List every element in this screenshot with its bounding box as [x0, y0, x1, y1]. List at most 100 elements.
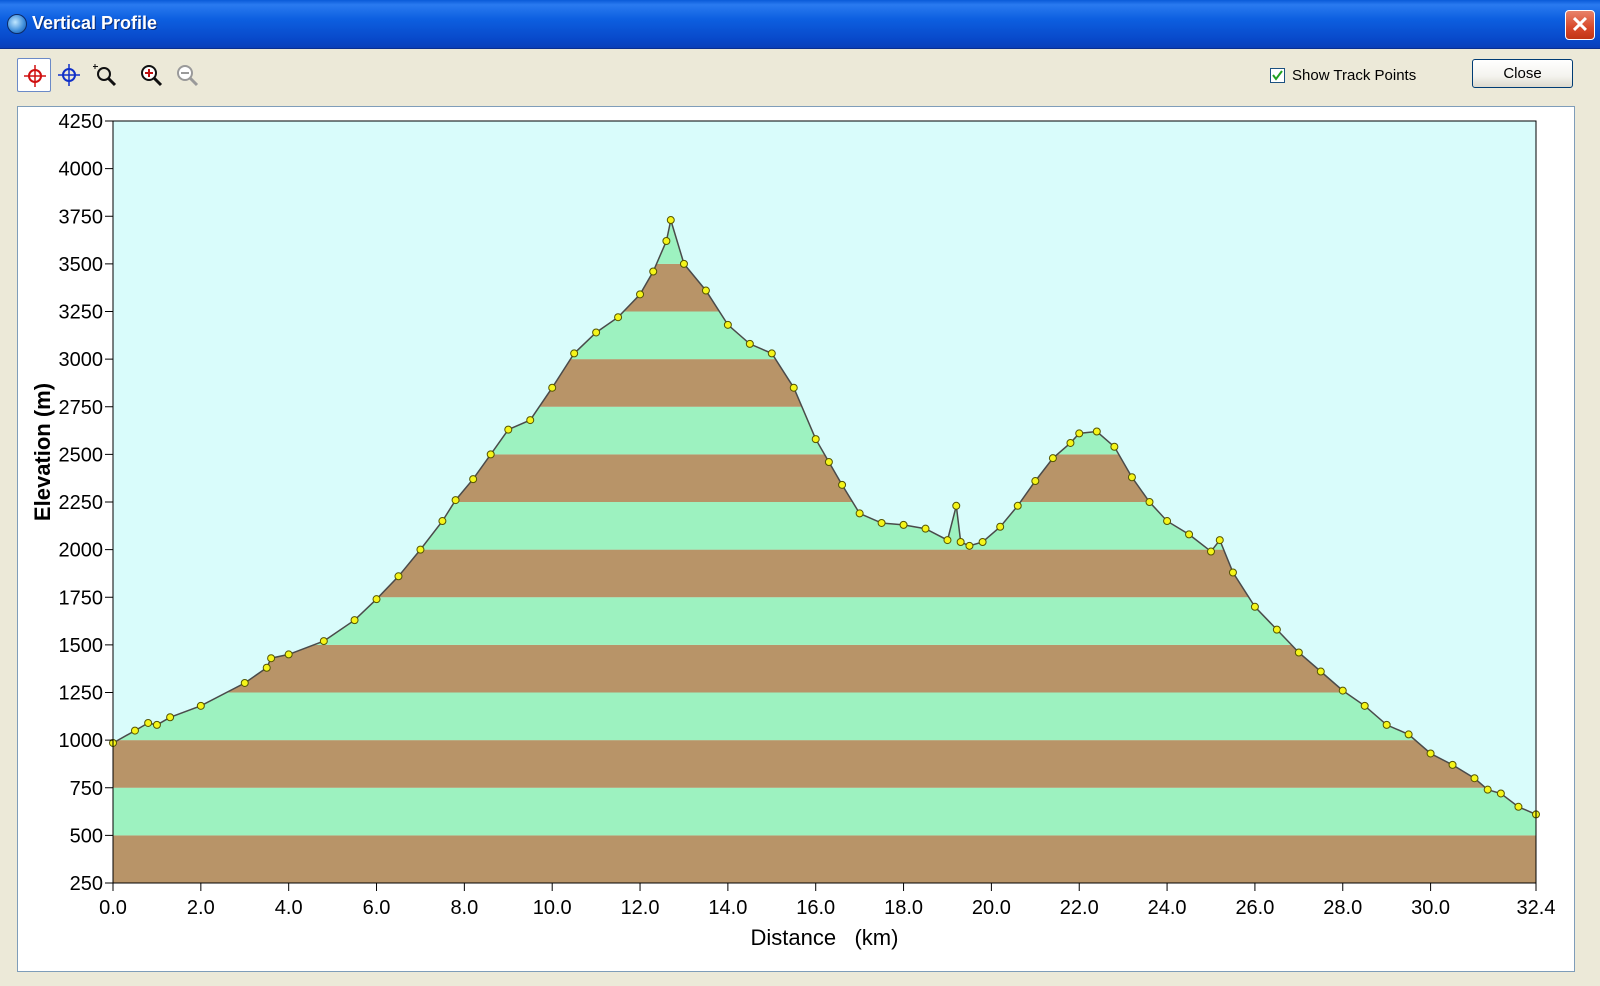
y-tick-label: 4250 [59, 111, 104, 133]
track-point [1382, 720, 1391, 729]
track-point [1294, 648, 1303, 657]
track-point [1338, 686, 1347, 695]
track-point [1316, 667, 1325, 676]
track-point [416, 545, 425, 554]
track-point [486, 450, 495, 459]
track-point [952, 501, 961, 510]
track-point [1092, 427, 1101, 436]
elevation-band [113, 740, 1536, 788]
app-globe-icon [7, 14, 27, 34]
track-point [1426, 749, 1435, 758]
track-point [1514, 802, 1523, 811]
track-point [267, 654, 276, 663]
track-point [262, 663, 271, 672]
track-point [921, 524, 930, 533]
y-tick-label: 750 [70, 778, 103, 800]
track-point [943, 536, 952, 545]
track-point [855, 509, 864, 518]
y-tick-label: 1000 [59, 730, 104, 752]
track-point [745, 339, 754, 348]
track-point [723, 320, 732, 329]
track-point [394, 572, 403, 581]
track-point [240, 678, 249, 687]
title-bar: Vertical Profile ✕ [0, 0, 1600, 49]
move-point-tool-button[interactable] [52, 58, 86, 92]
x-tick-label: 30.0 [1411, 897, 1450, 919]
zoom-in-tool-button[interactable] [134, 58, 168, 92]
y-tick-label: 1500 [59, 635, 104, 657]
close-button[interactable]: Close [1472, 59, 1573, 88]
track-point [526, 416, 535, 425]
y-tick-label: 4000 [59, 159, 104, 181]
x-tick-label: 8.0 [450, 897, 478, 919]
x-tick-label: 26.0 [1235, 897, 1274, 919]
zoom-area-tool-button[interactable] [88, 58, 122, 92]
y-tick-label: 3750 [59, 206, 104, 228]
x-tick-label: 32.4 [1517, 897, 1556, 919]
track-point [570, 349, 579, 358]
track-point [592, 328, 601, 337]
track-point [767, 349, 776, 358]
track-point [1048, 454, 1057, 463]
track-point [1185, 530, 1194, 539]
checkmark-icon [1272, 70, 1283, 81]
crosshair-blue-icon [58, 64, 80, 86]
track-point [469, 475, 478, 484]
y-tick-label: 2500 [59, 444, 104, 466]
track-point [838, 480, 847, 489]
chart-frame: 250 500 750 1000 1250 1500 1750 2000 2250 2500 275… [17, 106, 1575, 972]
window-title: Vertical Profile [32, 13, 158, 33]
zoom-out-tool-button[interactable] [170, 58, 204, 92]
track-point [144, 718, 153, 727]
track-point [965, 541, 974, 550]
track-point [1110, 442, 1119, 451]
zoom-area-icon [93, 64, 117, 87]
track-point [614, 313, 623, 322]
elevation-band [113, 835, 1536, 883]
y-tick-label: 1250 [59, 683, 104, 705]
track-point [1066, 438, 1075, 447]
track-point [438, 517, 447, 526]
track-point [1404, 730, 1413, 739]
track-point [956, 538, 965, 547]
track-point [1075, 429, 1084, 438]
x-tick-label: 24.0 [1148, 897, 1187, 919]
track-point [196, 701, 205, 710]
track-point [877, 518, 886, 527]
zoom-out-icon [177, 65, 199, 87]
window-close-button[interactable]: ✕ [1565, 10, 1595, 40]
track-point [1145, 498, 1154, 506]
y-tick-label: 2250 [59, 492, 104, 514]
track-point [996, 522, 1005, 531]
track-point [1013, 501, 1022, 510]
track-point [701, 286, 710, 295]
track-point [1470, 774, 1479, 783]
track-point [372, 595, 381, 604]
track-point [978, 538, 987, 547]
x-tick-label: 0.0 [99, 897, 127, 919]
x-axis-label: Distance (km) [751, 925, 899, 950]
track-point [152, 720, 161, 729]
track-point [649, 267, 658, 276]
track-point [1127, 473, 1136, 482]
track-point [166, 713, 175, 722]
track-point [1272, 625, 1281, 634]
y-tick-label: 3250 [59, 302, 104, 324]
track-point [636, 290, 645, 299]
x-tick-label: 20.0 [972, 897, 1011, 919]
x-tick-label: 4.0 [275, 897, 303, 919]
y-axis-label: Elevation (m) [30, 383, 55, 521]
track-point [1031, 477, 1040, 486]
track-point [130, 726, 139, 735]
y-tick-label: 3500 [59, 254, 104, 276]
x-tick-label: 16.0 [796, 897, 835, 919]
select-point-tool-button[interactable] [17, 58, 51, 92]
show-track-points-checkbox[interactable] [1270, 68, 1285, 83]
track-point [824, 457, 833, 466]
track-point [899, 520, 908, 529]
elevation-profile-chart[interactable]: 250 500 750 1000 1250 1500 1750 2000 2250 2500 275… [18, 107, 1574, 971]
track-point [1206, 547, 1215, 556]
track-point [319, 637, 328, 646]
track-point [679, 259, 688, 268]
x-tick-label: 6.0 [363, 897, 391, 919]
